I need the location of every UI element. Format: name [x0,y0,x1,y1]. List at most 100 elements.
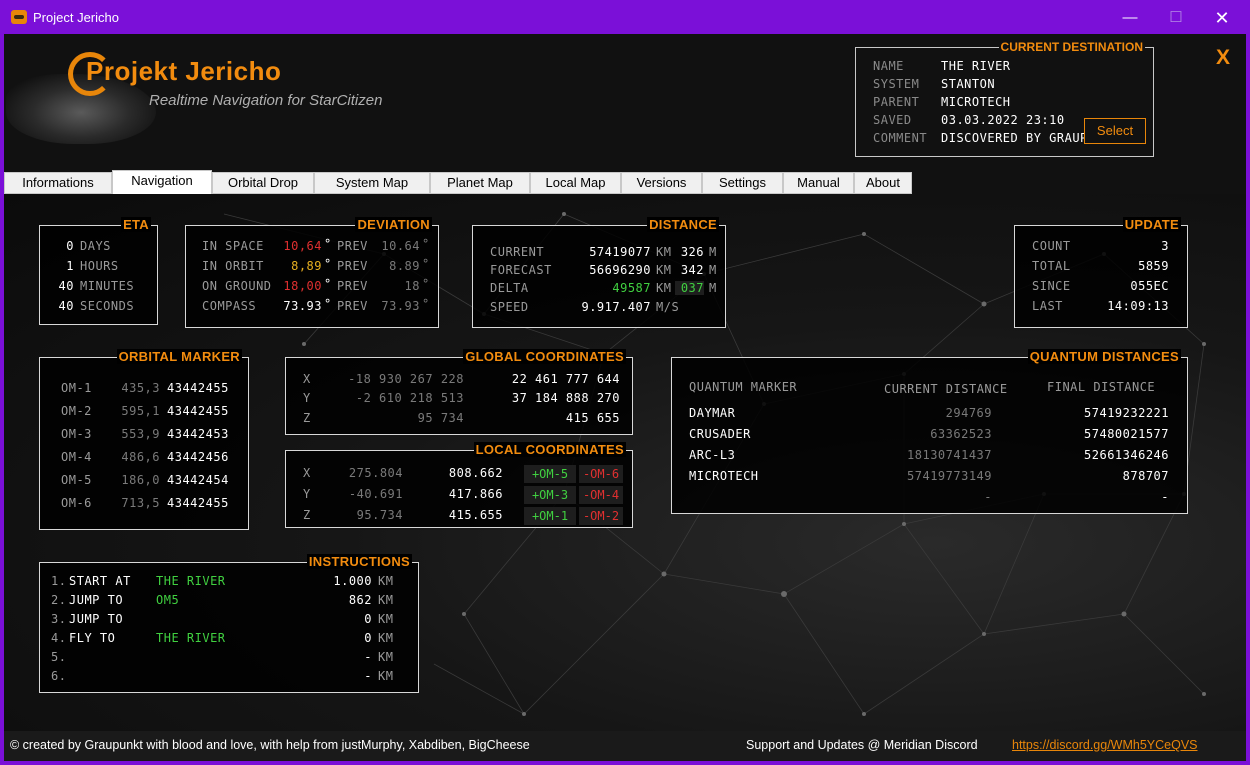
tab-settings[interactable]: Settings [702,172,783,194]
eta-title: ETA [121,217,151,232]
local-coordinates-panel: LOCAL COORDINATES X 275.804 808.662 +OM-… [285,442,633,528]
title-bar[interactable]: Project Jericho — ☐ ✕ [0,0,1250,34]
tab-local-map[interactable]: Local Map [530,172,621,194]
om-altitude: 435,3 [121,381,160,395]
tab-orbital-drop[interactable]: Orbital Drop [212,172,314,194]
tab-planet-map[interactable]: Planet Map [430,172,530,194]
dest-value: DISCOVERED BY GRAUPUNKT [941,131,1103,145]
eta-unit: DAYS [80,239,111,253]
om-label: OM-1 [61,381,92,395]
eta-unit: SECONDS [80,299,135,313]
dest-value: MICROTECH [941,95,1011,109]
km-unit: KM [656,263,672,277]
quantum-marker-name: CRUSADER [689,427,751,441]
deviation-label: COMPASS [202,299,257,313]
destination-system-row: SYSTEM STANTON [873,77,995,91]
om-distance: 43442454 [167,473,229,487]
prev-label: PREV [337,239,368,253]
update-value: 3 [1161,239,1169,253]
step-unit: KM [378,669,394,683]
dest-label: PARENT [873,95,920,109]
tab-navigation[interactable]: Navigation [112,170,212,194]
step-action: JUMP TO [69,593,124,607]
quantum-final-distance: 57480021577 [1084,427,1169,441]
eta-value: 0 [66,239,74,253]
quantum-distances-panel: QUANTUM DISTANCES QUANTUM MARKER CURRENT… [671,349,1188,514]
km-unit: KM [656,281,672,295]
select-destination-button[interactable]: Select [1084,118,1146,144]
prev-value: 10.64 [381,239,420,253]
tab-manual[interactable]: Manual [783,172,854,194]
destination-comment-row: COMMENT DISCOVERED BY GRAUPUNKT [873,131,1103,145]
eta-value: 40 [58,299,74,313]
credits-text: © created by Graupunkt with blood and lo… [10,738,530,752]
dest-value: 03.03.2022 23:10 [941,113,1065,127]
support-text: Support and Updates @ Meridian Discord [746,738,978,752]
instructions-title: INSTRUCTIONS [306,554,412,569]
global-coord-b: 22 461 777 644 [511,372,620,386]
quantum-current-distance: 294769 [945,406,992,420]
step-number: 6. [51,669,67,683]
step-target: THE RIVER [156,574,226,588]
update-title: UPDATE [1122,217,1181,232]
step-number: 3. [51,612,67,626]
quantum-marker-name: MICROTECH [689,469,759,483]
degree-unit: ° [422,257,430,271]
destination-parent-row: PARENT MICROTECH [873,95,1011,109]
global-coordinates-panel: GLOBAL COORDINATES X -18 930 267 228 22 … [285,349,633,435]
speed-unit: M/S [656,300,680,314]
logo-subtitle: Realtime Navigation for StarCitizen [149,92,383,109]
om-distance: 43442455 [167,404,229,418]
minimize-button[interactable]: — [1107,4,1153,32]
axis-label: Y [303,391,311,405]
local-coord-a: -40.691 [348,487,403,501]
step-number: 4. [51,631,67,645]
om-label: OM-2 [61,404,92,418]
deviation-label: IN SPACE [202,239,264,253]
maximize-button[interactable]: ☐ [1153,4,1199,32]
om-altitude: 595,1 [121,404,160,418]
step-unit: KM [378,574,394,588]
tab-system-map[interactable]: System Map [314,172,430,194]
om-distance: 43442456 [167,450,229,464]
discord-link[interactable]: https://discord.gg/WMh5YCeQVS [1012,738,1198,752]
local-coord-b: 808.662 [448,466,503,480]
distance-panel: DISTANCE CURRENT 57419077 KM 326 M FOREC… [472,217,726,328]
om-plus-tag: +OM-5 [524,465,576,483]
distance-m-value: 326 [680,245,704,259]
distance-m-value: 342 [680,263,704,277]
distance-km-value: 49587 [612,281,651,295]
close-window-button[interactable]: ✕ [1199,4,1245,32]
footer-bar: © created by Graupunkt with blood and lo… [4,731,1246,761]
prev-label: PREV [337,259,368,273]
om-label: OM-4 [61,450,92,464]
tab-about[interactable]: About [854,172,912,194]
tab-versions[interactable]: Versions [621,172,702,194]
om-distance: 43442455 [167,381,229,395]
close-x-button[interactable]: X [1216,46,1230,70]
tab-informations[interactable]: Informations [4,172,112,194]
step-number: 1. [51,574,67,588]
om-distance: 43442455 [167,496,229,510]
dest-value: STANTON [941,77,996,91]
dest-label: COMMENT [873,131,928,145]
degree-unit: ° [422,277,430,291]
distance-label: SPEED [490,300,529,314]
column-header: CURRENT DISTANCE [884,382,1008,396]
step-unit: KM [378,650,394,664]
distance-km-value: 57419077 [589,245,651,259]
distance-m-value: 037 [675,281,704,295]
quantum-final-distance: - [1161,490,1169,504]
deviation-value: 73.93 [283,299,322,313]
deviation-title: DEVIATION [355,217,432,232]
prev-value: 73.93 [381,299,420,313]
logo-title: Projekt Jericho [86,56,282,86]
om-label: OM-5 [61,473,92,487]
m-unit: M [709,245,717,259]
degree-unit: ° [422,297,430,311]
quantum-distances-title: QUANTUM DISTANCES [1027,349,1181,364]
local-coord-b: 415.655 [448,508,503,522]
axis-label: Z [303,411,311,425]
step-number: 5. [51,650,67,664]
om-plus-tag: +OM-3 [524,486,576,504]
